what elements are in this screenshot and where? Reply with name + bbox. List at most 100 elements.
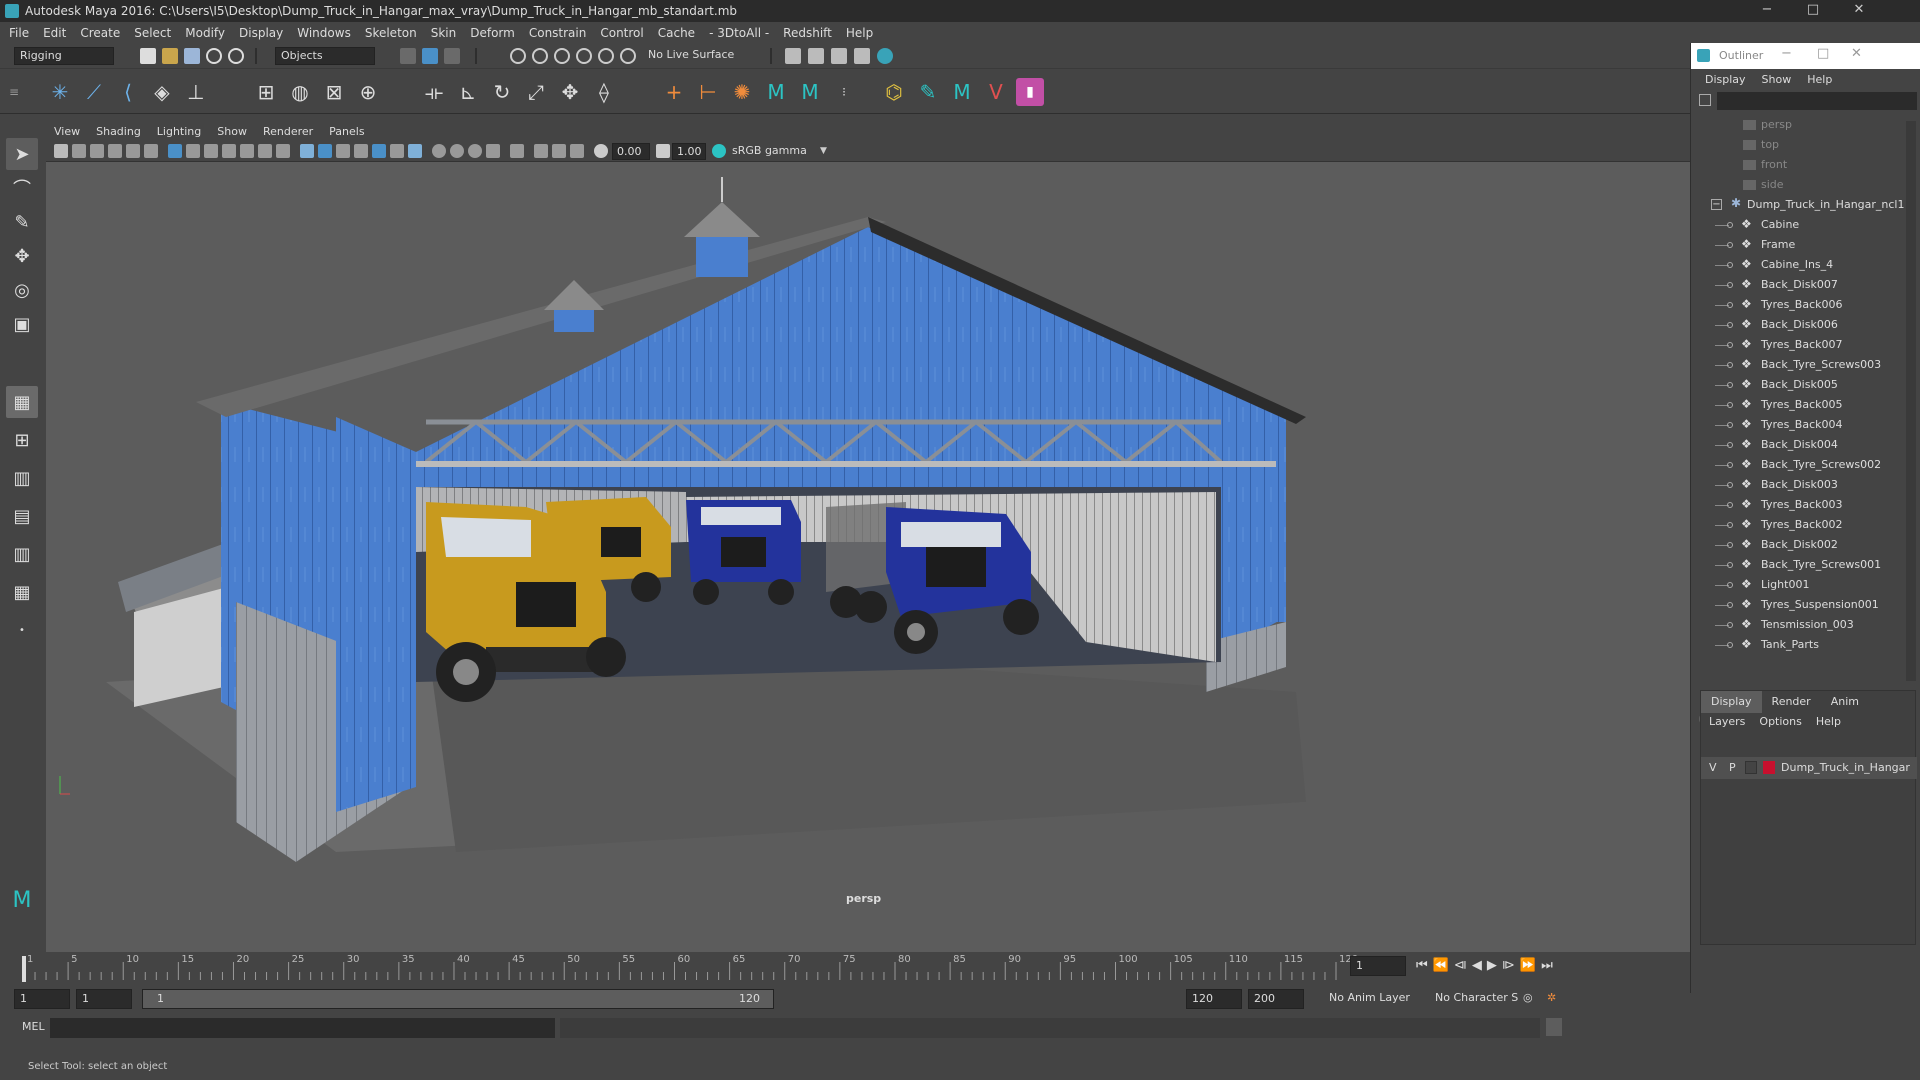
expand-dot-icon[interactable] <box>1727 322 1733 328</box>
outliner-item[interactable]: ❖ Tyres_Back003 <box>1691 495 1916 515</box>
outliner-item[interactable]: ❖ Back_Tyre_Screws002 <box>1691 455 1916 475</box>
layer-color-swatch[interactable] <box>1763 761 1775 774</box>
render-view-icon[interactable] <box>808 48 824 64</box>
select-hierarchy-icon[interactable] <box>400 48 416 64</box>
hik-icon[interactable]: ✺ <box>728 78 756 106</box>
smooth-shade-icon[interactable] <box>318 144 332 158</box>
outliner-item[interactable]: ❖ Back_Disk003 <box>1691 475 1916 495</box>
joint-tool-icon[interactable]: ✳ <box>46 78 74 106</box>
time-slider[interactable]: 1 5 10 15 20 25 30 35 40 45 50 55 60 65 70 75 80 85 90 95 10… <box>0 952 1690 984</box>
isolate-select-icon[interactable] <box>510 144 524 158</box>
gate-mask-icon[interactable] <box>222 144 236 158</box>
command-input[interactable] <box>50 1018 555 1038</box>
expand-dot-icon[interactable] <box>1727 242 1733 248</box>
maya-shelf-icon-2[interactable]: M <box>796 78 824 106</box>
outliner-camera-top[interactable]: top <box>1691 135 1916 155</box>
tab-display[interactable]: Display <box>1701 691 1762 713</box>
set-driven-key-icon[interactable]: ⊢ <box>694 78 722 106</box>
selection-mode-dropdown[interactable]: Objects <box>275 47 375 65</box>
redo-icon[interactable] <box>228 48 244 64</box>
menu-modify[interactable]: Modify <box>185 26 225 40</box>
maximize-button[interactable]: □ <box>1790 0 1836 22</box>
open-scene-icon[interactable] <box>162 48 178 64</box>
maya-shelf-icon-3[interactable]: M <box>948 78 976 106</box>
resolution-gate-icon[interactable] <box>204 144 218 158</box>
layer-menu-help[interactable]: Help <box>1816 715 1841 733</box>
shelf-options-icon[interactable]: ≡ <box>8 78 20 106</box>
ik-handle-icon[interactable]: ⟋ <box>80 78 108 106</box>
outliner-item[interactable]: ❖ Tyres_Back005 <box>1691 395 1916 415</box>
render-settings-icon[interactable] <box>785 48 801 64</box>
expand-dot-icon[interactable] <box>1727 382 1733 388</box>
outliner-camera-side[interactable]: side <box>1691 175 1916 195</box>
expand-dot-icon[interactable] <box>1727 622 1733 628</box>
vp-menu-lighting[interactable]: Lighting <box>157 125 201 138</box>
vp-menu-show[interactable]: Show <box>217 125 247 138</box>
collapse-icon[interactable]: − <box>1711 199 1722 210</box>
lasso-tool-icon[interactable]: ⌒ <box>6 172 38 204</box>
tab-anim[interactable]: Anim <box>1821 691 1869 713</box>
menu-skin[interactable]: Skin <box>431 26 457 40</box>
ik-spline-icon[interactable]: ⟨ <box>114 78 142 106</box>
exposure-field[interactable]: 0.00 <box>612 143 650 160</box>
multisample-aa-icon[interactable] <box>468 144 482 158</box>
scale-tool-icon[interactable]: ▣ <box>6 308 38 340</box>
vp-menu-shading[interactable]: Shading <box>96 125 141 138</box>
graph-persp-icon[interactable]: ▥ <box>6 538 38 570</box>
outliner-item[interactable]: ❖ Back_Disk004 <box>1691 435 1916 455</box>
paint-select-icon[interactable]: ✎ <box>6 206 38 238</box>
mirror-joint-icon[interactable]: ◈ <box>148 78 176 106</box>
depth-of-field-icon[interactable] <box>486 144 500 158</box>
current-frame-field[interactable]: 1 <box>1350 956 1406 976</box>
expand-dot-icon[interactable] <box>1727 482 1733 488</box>
expand-dot-icon[interactable] <box>1727 462 1733 468</box>
hypershade-icon[interactable] <box>877 48 893 64</box>
menu-skeleton[interactable]: Skeleton <box>365 26 417 40</box>
step-forward-icon[interactable]: ⏩ <box>1520 958 1541 973</box>
vp-menu-panels[interactable]: Panels <box>329 125 364 138</box>
use-all-lights-icon[interactable] <box>390 144 404 158</box>
safe-action-icon[interactable] <box>258 144 272 158</box>
undo-icon[interactable] <box>206 48 222 64</box>
outliner-root-group[interactable]: − ✱ Dump_Truck_in_Hangar_ncl1 <box>1691 195 1916 215</box>
menu-control[interactable]: Control <box>600 26 643 40</box>
new-scene-icon[interactable] <box>140 48 156 64</box>
pole-vector-icon[interactable]: ⟠ <box>590 78 618 106</box>
xray-active-icon[interactable] <box>552 144 566 158</box>
outliner-item[interactable]: ❖ Cabine_Ins_4 <box>1691 255 1916 275</box>
menu-windows[interactable]: Windows <box>297 26 351 40</box>
outliner-item[interactable]: ❖ Tensmission_003 <box>1691 615 1916 635</box>
outliner-item[interactable]: ❖ Back_Tyre_Screws001 <box>1691 555 1916 575</box>
grease-pencil-icon[interactable] <box>144 144 158 158</box>
outliner-minimize-button[interactable]: − <box>1781 46 1792 61</box>
character-set-dropdown[interactable]: No Character Set <box>1430 989 1530 1009</box>
outliner-persp-icon[interactable]: ▤ <box>6 500 38 532</box>
gamma-icon[interactable] <box>656 144 670 158</box>
menu-cache[interactable]: Cache <box>658 26 695 40</box>
gamma-field[interactable]: 1.00 <box>672 143 706 160</box>
close-button[interactable]: ✕ <box>1836 0 1882 22</box>
layer-visibility-toggle[interactable]: V <box>1709 761 1717 774</box>
script-editor-icon[interactable] <box>1546 1018 1562 1036</box>
expand-dot-icon[interactable] <box>1727 262 1733 268</box>
layer-type-toggle[interactable] <box>1745 761 1757 774</box>
camera-attributes-icon[interactable] <box>72 144 86 158</box>
prev-key-icon[interactable]: ⧏ <box>1454 958 1472 973</box>
outliner-item[interactable]: ❖ Back_Disk007 <box>1691 275 1916 295</box>
grid-icon[interactable] <box>168 144 182 158</box>
textured-icon[interactable] <box>372 144 386 158</box>
motion-blur-icon[interactable] <box>450 144 464 158</box>
outliner-item[interactable]: ❖ Tank_Parts <box>1691 635 1916 655</box>
xray-icon[interactable] <box>534 144 548 158</box>
next-key-icon[interactable]: ⧐ <box>1502 958 1520 973</box>
default-material-icon[interactable] <box>336 144 350 158</box>
expand-dot-icon[interactable] <box>1727 542 1733 548</box>
menu-select[interactable]: Select <box>134 26 171 40</box>
scale-constraint-icon[interactable]: ⤢ <box>522 78 550 106</box>
menu-deform[interactable]: Deform <box>470 26 515 40</box>
go-to-end-icon[interactable]: ⏭ <box>1541 958 1558 973</box>
render-current-icon[interactable] <box>831 48 847 64</box>
hyper-graph-icon[interactable]: ▮ <box>1016 78 1044 106</box>
expand-dot-icon[interactable] <box>1727 222 1733 228</box>
expand-dot-icon[interactable] <box>1727 502 1733 508</box>
